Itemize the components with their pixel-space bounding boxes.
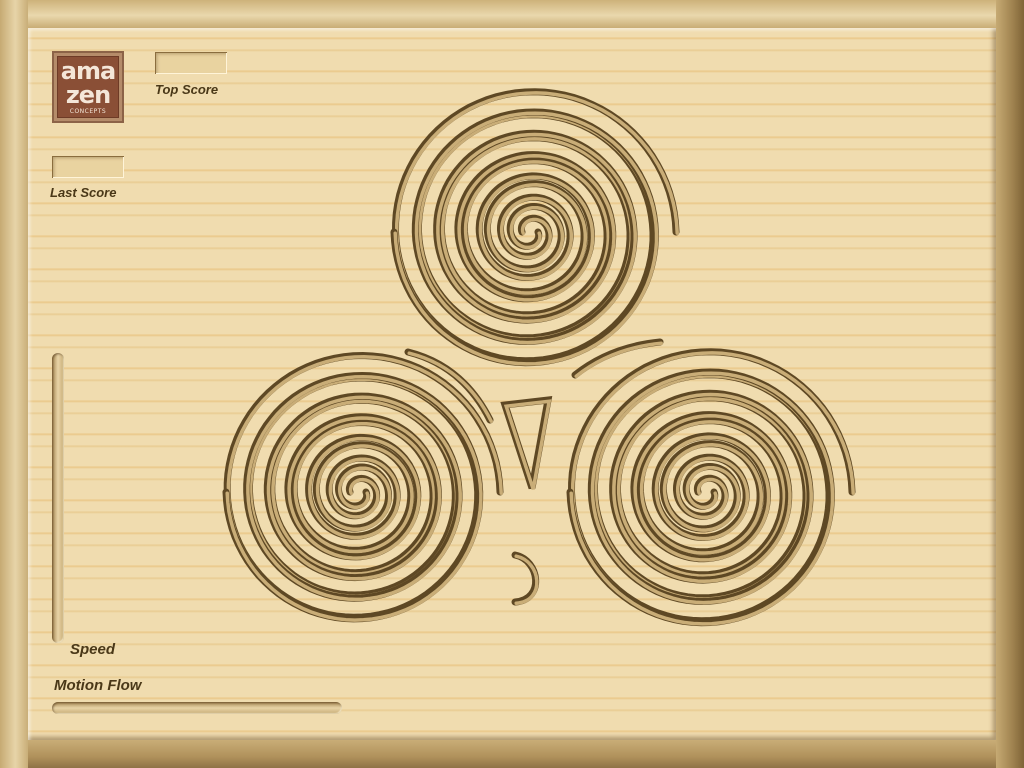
maze-grooves	[222, 88, 856, 627]
triskele-maze[interactable]	[0, 0, 1024, 768]
